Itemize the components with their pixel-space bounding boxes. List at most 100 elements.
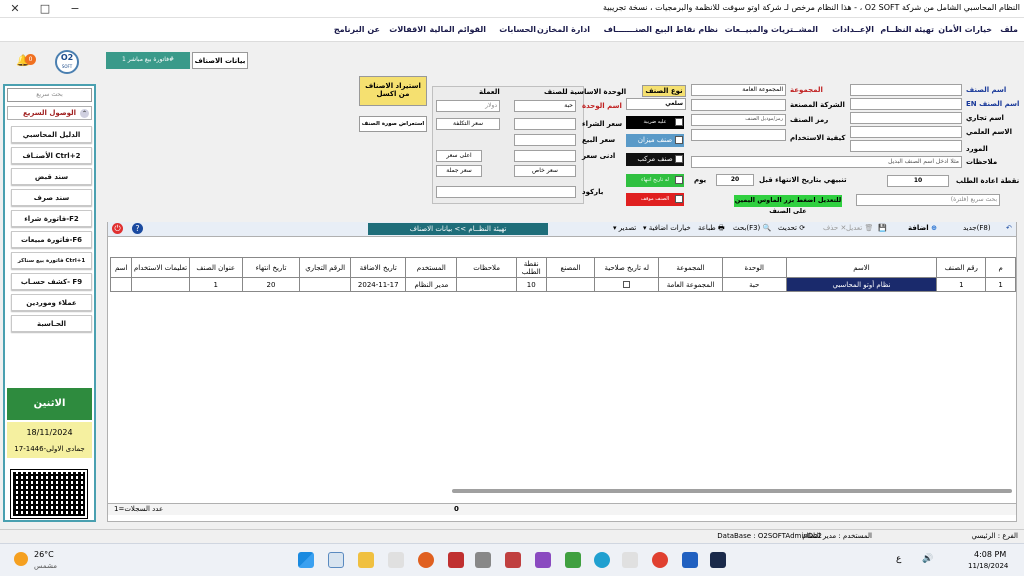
sidebar-btn-account-statement[interactable]: كشف حسـاب- F9 (11, 273, 92, 290)
name-input[interactable] (850, 84, 962, 96)
col-header[interactable]: له تاريخ صلاحية (594, 257, 660, 278)
col-header[interactable]: المجموعة (658, 257, 723, 278)
col-header[interactable]: المصنع (545, 257, 596, 278)
cell[interactable]: 1 (985, 277, 1016, 292)
lowest-price-input[interactable] (514, 150, 576, 162)
barcode-input[interactable] (436, 186, 576, 198)
tax-checkbox[interactable] (675, 118, 683, 126)
composite-checkbox[interactable] (675, 155, 683, 163)
item-code-input[interactable]: رمز/موديل الصنف (691, 114, 786, 126)
sidebar-btn-snack-invoice[interactable]: فاتورة بيع سناكر Ctrl+1 (11, 252, 92, 269)
sidebar-btn-sales-invoice[interactable]: فاتورة مبيعات-F6 (11, 231, 92, 248)
cell[interactable] (545, 277, 596, 292)
cell[interactable]: 10 (515, 277, 547, 292)
col-header[interactable]: م (985, 257, 1016, 278)
col-header[interactable]: نقطة الطلب (515, 257, 547, 278)
sidebar-btn-items[interactable]: الأصنـاف Ctrl+2 (11, 147, 92, 164)
app-icon[interactable] (710, 552, 726, 568)
col-header[interactable]: عنوان الصنف (188, 257, 243, 278)
item-type-select[interactable]: سلعي (626, 98, 686, 110)
app-icon[interactable] (565, 552, 581, 568)
filter-input[interactable]: بحث سريع (فلترة) (856, 194, 1000, 206)
export-menu[interactable]: ▾ تصدير (613, 224, 636, 232)
minimize-icon[interactable]: − (60, 0, 90, 18)
menu-purchases-sales[interactable]: المشــتريات والمبيــعات (725, 25, 818, 34)
menu-warehouses[interactable]: ادارة المخازن (537, 25, 590, 34)
add-button[interactable]: اضافة ⊕ (908, 224, 937, 232)
new-button[interactable]: جديد(F8) (963, 224, 991, 232)
o2soft-app-icon[interactable] (328, 552, 344, 568)
undo-icon[interactable]: ↶ (1006, 224, 1012, 232)
sidebar-search-input[interactable]: بحث سريع (7, 88, 92, 102)
visual-studio-icon[interactable] (535, 552, 551, 568)
expiry-checkbox[interactable] (675, 176, 683, 184)
sidebar-btn-payment-voucher[interactable]: سند صرف (11, 189, 92, 206)
col-header[interactable]: الرقم التجاري (299, 257, 352, 278)
col-header[interactable]: ملاحظات (456, 257, 517, 278)
menu-accounts[interactable]: الحسابات (499, 25, 536, 34)
cell[interactable]: 20 (241, 277, 301, 292)
refresh-button[interactable]: تحديث ⟳ (778, 224, 805, 232)
cell[interactable]: حبة (721, 277, 787, 292)
cell[interactable]: 1 (936, 277, 987, 292)
save-icon[interactable]: 💾 (878, 224, 887, 232)
edge-icon[interactable] (594, 552, 610, 568)
col-header[interactable]: المستخدم (405, 257, 458, 278)
menu-pos[interactable]: نظام نقاط البيع (655, 25, 718, 34)
cell[interactable]: المجموعة العامة (658, 277, 723, 292)
print-button[interactable]: طباعة 🖶 (698, 224, 725, 235)
cell[interactable]: 1 (188, 277, 243, 292)
highest-price-field[interactable]: اعلى سعر (436, 150, 482, 162)
app-icon[interactable] (448, 552, 464, 568)
maximize-icon[interactable]: □ (30, 0, 60, 18)
scientific-name-input[interactable] (850, 126, 962, 138)
menu-closings[interactable]: الاقفالات (389, 25, 426, 34)
tab-direct-sale-invoice[interactable]: فاتورة بيع مباشر 1# (106, 52, 190, 69)
col-header[interactable]: الوحدة (721, 257, 787, 278)
manufacturer-input[interactable] (691, 99, 786, 111)
edit-button[interactable]: تعديل 🗑 (846, 224, 873, 232)
cell[interactable] (109, 277, 133, 292)
volume-icon[interactable]: 🔊 (922, 554, 933, 564)
app-icon[interactable] (475, 552, 491, 568)
group-select[interactable]: المجموعة العامة (691, 84, 786, 96)
horizontal-scrollbar[interactable] (452, 489, 1012, 493)
collapse-icon[interactable]: ⌃ (80, 109, 89, 118)
col-header[interactable]: رقم الصنف (936, 257, 987, 278)
supplier-input[interactable] (850, 140, 962, 152)
expiry-days-input[interactable]: 20 (716, 174, 754, 186)
sidebar-btn-receipt-voucher[interactable]: سند قبض (11, 168, 92, 185)
col-header[interactable]: تاريخ الاضافة (350, 257, 407, 278)
cell-checkbox[interactable] (594, 277, 660, 292)
search-button[interactable]: بحث(F3) 🔍 (733, 224, 771, 232)
tab-items-data[interactable]: بيانات الاصناف (192, 52, 248, 69)
app-icon[interactable] (505, 552, 521, 568)
language-indicator[interactable]: ع (896, 554, 901, 564)
col-header[interactable]: اسم (109, 257, 133, 278)
power-icon[interactable]: ⏻ (112, 223, 123, 234)
col-header[interactable]: الاسم (785, 257, 938, 278)
menu-items[interactable]: الصنـــــــاف (604, 25, 652, 34)
purchase-price-input[interactable] (514, 118, 576, 130)
sidebar-btn-calculator[interactable]: الحـاسبة (11, 315, 92, 332)
name-en-input[interactable] (850, 98, 962, 110)
help-icon[interactable]: ? (132, 223, 143, 234)
wholesale-price-field[interactable]: سعر جملة (436, 165, 482, 177)
sale-price-input[interactable] (514, 134, 576, 146)
menu-security[interactable]: خيارات الأمان (938, 25, 992, 34)
outlook-icon[interactable] (682, 552, 698, 568)
stopped-checkbox[interactable] (675, 195, 683, 203)
cell[interactable] (299, 277, 352, 292)
chrome-icon[interactable] (652, 552, 668, 568)
cell[interactable]: مدير النظام (405, 277, 458, 292)
menu-system-setup[interactable]: تهيئة النظــام (880, 25, 934, 34)
extra-options-menu[interactable]: ▾ خيارات اضافية (643, 224, 691, 232)
menu-about[interactable]: عن البرنامج (334, 25, 380, 34)
tools-icon[interactable] (388, 552, 404, 568)
col-header[interactable]: تاريخ انتهاء (241, 257, 301, 278)
usage-input[interactable] (691, 129, 786, 141)
special-price-field[interactable]: سعر خاص (514, 165, 576, 177)
cell[interactable] (131, 277, 190, 292)
trade-name-input[interactable] (850, 112, 962, 124)
clock-time[interactable]: 4:08 PM (974, 550, 1006, 559)
